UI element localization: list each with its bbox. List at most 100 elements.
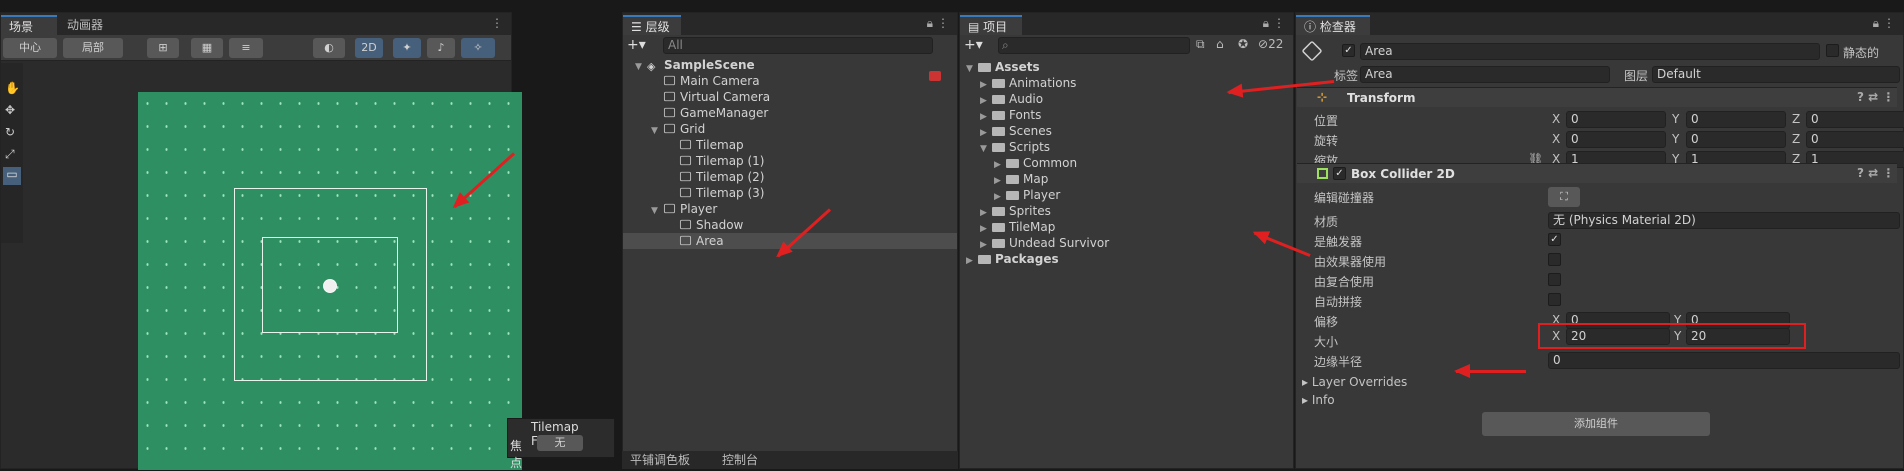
tab-inspector[interactable]: ⓘ 检查器 bbox=[1296, 15, 1370, 35]
edit-collider-button[interactable]: ⛶ bbox=[1548, 187, 1580, 207]
hierarchy-item[interactable]: GameManager bbox=[651, 105, 768, 121]
filter-type-icon[interactable]: ⧉ bbox=[1196, 37, 1205, 52]
position-z-field[interactable]: 0 bbox=[1806, 111, 1904, 128]
name-field[interactable]: Area bbox=[1360, 43, 1820, 60]
tab-tile-palette[interactable]: 平铺调色板 bbox=[622, 451, 698, 469]
hierarchy-add-button[interactable]: +▾ bbox=[627, 37, 646, 53]
project-item[interactable]: ▶ Map bbox=[994, 171, 1048, 187]
folder-icon bbox=[992, 127, 1005, 136]
transform-header[interactable]: ⊹ Transform ? ⇄ ⋮ bbox=[1297, 87, 1897, 107]
lock-icon[interactable]: 🔒︎ bbox=[1873, 16, 1879, 31]
add-component-button[interactable]: 添加组件 bbox=[1482, 412, 1710, 436]
expand-arrow-icon[interactable]: ▼ bbox=[980, 141, 992, 157]
project-item[interactable]: ▶ Packages bbox=[966, 251, 1059, 267]
project-item-label: Scripts bbox=[1009, 140, 1051, 154]
tab-animator[interactable]: 动画器 bbox=[59, 15, 111, 35]
hierarchy-item[interactable]: ▼ Grid bbox=[651, 121, 705, 137]
project-item[interactable]: ▶ Player bbox=[994, 187, 1060, 203]
audio-icon[interactable]: ♪ bbox=[427, 38, 455, 58]
project-item[interactable]: ▶ Animations bbox=[980, 75, 1076, 91]
draw-mode-icon[interactable]: ◐ bbox=[313, 38, 345, 58]
hierarchy-item[interactable]: Virtual Camera bbox=[651, 89, 770, 105]
used-by-effector-checkbox[interactable] bbox=[1548, 253, 1561, 266]
project-item[interactable]: ▶ Fonts bbox=[980, 107, 1041, 123]
hierarchy-item[interactable]: Main Camera bbox=[651, 73, 760, 89]
rotation-y-field[interactable]: 0 bbox=[1686, 131, 1786, 148]
tab-hierarchy[interactable]: ☰ 层级 bbox=[623, 15, 681, 35]
rotate-tool-icon[interactable]: ↻ bbox=[5, 125, 15, 139]
expand-arrow-icon[interactable]: ▼ bbox=[651, 203, 663, 219]
favorite-icon[interactable]: ✪ bbox=[1238, 37, 1248, 51]
project-item[interactable]: ▶ Sprites bbox=[980, 203, 1051, 219]
static-checkbox[interactable] bbox=[1826, 44, 1839, 57]
edge-radius-field[interactable]: 0 bbox=[1548, 352, 1900, 369]
box-collider-header[interactable]: ✓ Box Collider 2D ? ⇄ ⋮ bbox=[1297, 163, 1897, 183]
more-menu-icon[interactable]: ⋮ bbox=[491, 16, 503, 30]
rect-tool-icon[interactable]: ▭ bbox=[3, 167, 21, 185]
layer-overrides-foldout[interactable]: ▸ Layer Overrides bbox=[1302, 375, 1407, 389]
hierarchy-item[interactable]: Shadow bbox=[667, 217, 743, 233]
project-item[interactable]: ▶ Undead Survivor bbox=[980, 235, 1109, 251]
filter-label-icon[interactable]: ⌂ bbox=[1216, 37, 1224, 51]
rotation-z-field[interactable]: 0 bbox=[1806, 131, 1904, 148]
component-menu-icon[interactable]: ? ⇄ ⋮ bbox=[1857, 90, 1894, 104]
hierarchy-item[interactable]: Tilemap (2) bbox=[667, 169, 764, 185]
size-y-field[interactable]: 20 bbox=[1686, 328, 1790, 345]
hierarchy-item[interactable]: ▼ ◈ SampleScene bbox=[635, 57, 755, 73]
project-item[interactable]: ▶ Audio bbox=[980, 91, 1043, 107]
tag-dropdown[interactable]: Area bbox=[1360, 66, 1610, 83]
hand-tool-icon[interactable]: ✋ bbox=[5, 81, 20, 95]
lighting-icon[interactable]: ✦ bbox=[393, 38, 421, 58]
move-tool-icon[interactable]: ✥ bbox=[5, 103, 15, 117]
lock-icon[interactable]: 🔒︎ bbox=[1263, 16, 1269, 31]
effects-icon[interactable]: ✧ bbox=[461, 38, 495, 58]
increment-snap-icon[interactable]: ▦ bbox=[191, 38, 223, 58]
layer-dropdown[interactable]: Default bbox=[1652, 66, 1900, 83]
component-menu-icon[interactable]: ? ⇄ ⋮ bbox=[1857, 166, 1894, 180]
lock-icon[interactable]: 🔒︎ bbox=[927, 16, 933, 31]
player-sprite[interactable] bbox=[323, 279, 337, 293]
used-by-composite-checkbox[interactable] bbox=[1548, 273, 1561, 286]
size-x-field[interactable]: 20 bbox=[1566, 328, 1670, 345]
info-foldout[interactable]: ▸ Info bbox=[1302, 393, 1335, 407]
hierarchy-search-input[interactable]: All bbox=[663, 37, 933, 54]
expand-arrow-icon[interactable]: ▶ bbox=[966, 253, 978, 269]
grid-snap-icon[interactable]: ⊞ bbox=[147, 38, 179, 58]
auto-tiling-checkbox[interactable] bbox=[1548, 293, 1561, 306]
rotation-x-field[interactable]: 0 bbox=[1566, 131, 1666, 148]
hidden-packages-icon[interactable]: ⊘22 bbox=[1258, 37, 1283, 51]
hierarchy-item[interactable]: Tilemap (3) bbox=[667, 185, 764, 201]
hierarchy-item[interactable]: Tilemap bbox=[667, 137, 744, 153]
more-menu-icon[interactable]: ⋮ bbox=[1273, 16, 1285, 30]
expand-arrow-icon[interactable]: ▼ bbox=[651, 123, 663, 139]
project-item[interactable]: ▼ Scripts bbox=[980, 139, 1050, 155]
project-item[interactable]: ▶ Scenes bbox=[980, 123, 1052, 139]
project-item[interactable]: ▶ TileMap bbox=[980, 219, 1055, 235]
scale-tool-icon[interactable]: ⤢ bbox=[5, 147, 15, 162]
more-menu-icon[interactable]: ⋮ bbox=[1883, 16, 1895, 30]
project-item[interactable]: ▶ Common bbox=[994, 155, 1077, 171]
align-icon[interactable]: ≡ bbox=[229, 38, 263, 58]
focus-dropdown[interactable]: 无 bbox=[537, 435, 583, 451]
active-checkbox[interactable]: ✓ bbox=[1342, 44, 1355, 57]
expand-arrow-icon[interactable]: ▼ bbox=[635, 59, 647, 75]
local-button[interactable]: 局部 bbox=[63, 38, 123, 58]
position-y-field[interactable]: 0 bbox=[1686, 111, 1786, 128]
project-add-button[interactable]: +▾ bbox=[964, 37, 983, 53]
tab-console[interactable]: 控制台 bbox=[714, 451, 766, 469]
prefab-badge-icon bbox=[929, 71, 941, 81]
is-trigger-checkbox[interactable]: ✓ bbox=[1548, 233, 1561, 246]
project-item[interactable]: ▼ Assets bbox=[966, 59, 1040, 75]
material-field[interactable]: 无 (Physics Material 2D) bbox=[1548, 212, 1900, 229]
pivot-button[interactable]: 中心 bbox=[3, 38, 57, 58]
project-search-input[interactable] bbox=[998, 37, 1190, 54]
hierarchy-item[interactable]: ▼ Player bbox=[651, 201, 717, 217]
tab-project[interactable]: ▤ 项目 bbox=[960, 15, 1022, 35]
2d-toggle[interactable]: 2D bbox=[355, 38, 383, 58]
tab-scene[interactable]: 场景 bbox=[1, 15, 57, 35]
more-menu-icon[interactable]: ⋮ bbox=[937, 16, 949, 30]
hierarchy-item[interactable]: Tilemap (1) bbox=[667, 153, 764, 169]
position-x-field[interactable]: 0 bbox=[1566, 111, 1666, 128]
collider-enabled-checkbox[interactable]: ✓ bbox=[1333, 167, 1346, 180]
expand-arrow-icon[interactable]: ▼ bbox=[966, 61, 978, 77]
